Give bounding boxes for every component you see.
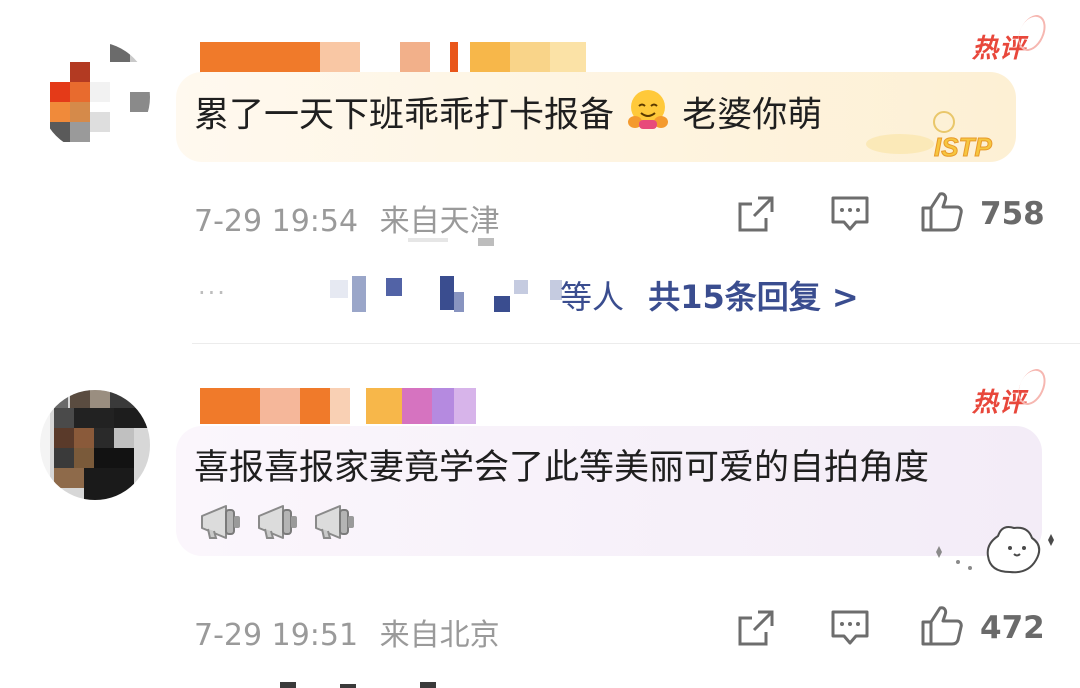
location: 来自天津 — [379, 204, 500, 239]
reply-count-link[interactable]: 共15条回复 > — [648, 278, 859, 316]
like-icon — [921, 192, 963, 232]
megaphone-icon — [258, 505, 298, 539]
comment-text: 喜报喜报家妻竟学会了此等美丽可爱的自拍角度 — [194, 442, 1024, 547]
avatar[interactable] — [40, 42, 150, 152]
comment-1: 热评 累了一天下班乖乖打卡报备 老婆你萌 ISTP 7-29 19:54 来自天… — [0, 0, 1080, 344]
comment-icon — [831, 196, 869, 231]
istp-decoration: ISTP — [860, 108, 1010, 164]
comment-meta: 7-29 19:51 来自北京 — [194, 610, 500, 654]
like-icon — [921, 606, 963, 646]
share-icon — [738, 196, 774, 232]
comment-button[interactable] — [830, 194, 870, 238]
timestamp: 7-29 19:54 — [194, 204, 359, 239]
redacted-mosaic — [408, 238, 498, 246]
comment-2: 热评 喜报喜报家妻竟学会了此等美丽可爱的自拍角度 7-29 19:51 来自北京… — [0, 344, 1080, 688]
hot-comment-badge: 热评 — [972, 364, 1051, 419]
megaphone-emojis — [198, 495, 358, 547]
location: 来自北京 — [379, 618, 500, 653]
bear-decoration — [928, 522, 1062, 578]
nickname-redacted[interactable] — [200, 388, 480, 424]
more-indicator: ··· — [198, 279, 227, 307]
comment-button[interactable] — [830, 608, 870, 652]
reply-summary[interactable]: 等人 共15条回复 > — [560, 272, 859, 318]
avatar[interactable] — [40, 390, 150, 500]
share-button[interactable] — [736, 194, 776, 238]
hugging-face-emoji — [625, 86, 671, 147]
megaphone-icon — [201, 505, 240, 539]
comment-meta: 7-29 19:54 来自天津 — [194, 196, 500, 240]
like-button[interactable] — [920, 190, 964, 238]
hot-comment-badge: 热评 — [972, 10, 1051, 65]
comment-text: 累了一天下班乖乖打卡报备 老婆你萌 — [194, 86, 822, 147]
megaphone-icon — [315, 505, 355, 539]
reply-partial-name: 等人 — [560, 278, 625, 316]
comment-icon — [831, 610, 869, 645]
share-icon — [738, 610, 774, 646]
timestamp: 7-29 19:51 — [194, 618, 359, 653]
istp-label: ISTP — [934, 132, 992, 162]
like-count: 472 — [980, 610, 1045, 646]
share-button[interactable] — [736, 608, 776, 652]
redacted-mosaic — [280, 680, 450, 688]
like-button[interactable] — [920, 604, 964, 652]
like-count: 758 — [980, 196, 1045, 232]
